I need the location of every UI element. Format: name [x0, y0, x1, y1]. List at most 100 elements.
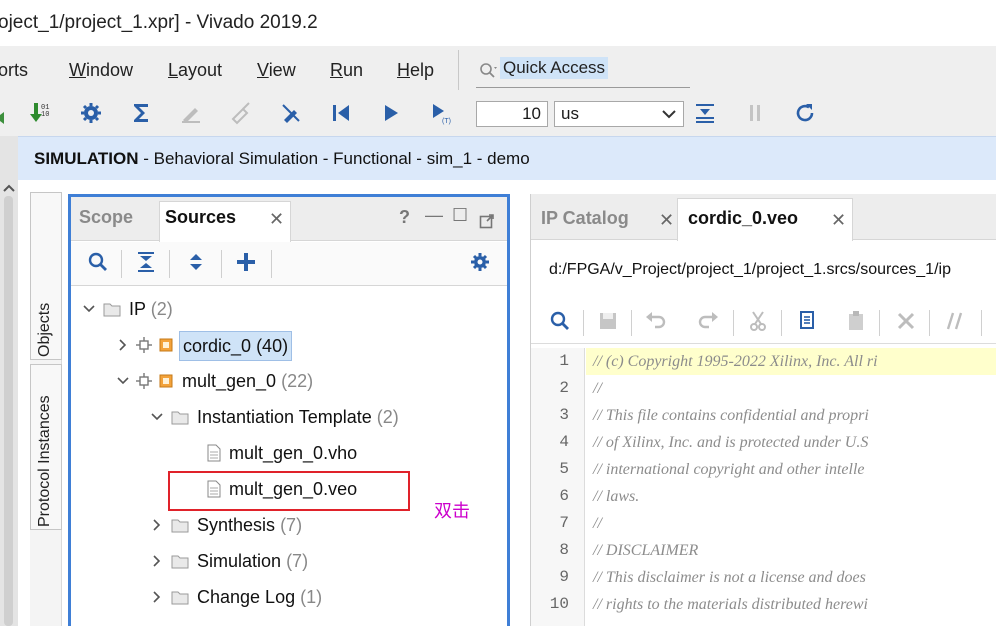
- tree-node-cordic[interactable]: cordic_0 (40): [71, 329, 507, 361]
- tree-node-mult-gen[interactable]: mult_gen_0 (22): [71, 365, 507, 397]
- sigma-icon[interactable]: [128, 100, 154, 126]
- tab-protocol-label: Protocol Instances: [36, 395, 53, 527]
- sources-tab-bar: Scope Sources ✕ ? — ☐: [71, 197, 507, 242]
- panel-gap: [512, 180, 530, 626]
- chevron-right-icon[interactable]: [117, 339, 129, 351]
- close-icon[interactable]: ✕: [269, 209, 284, 230]
- folder-icon: [171, 591, 189, 605]
- undo-icon: [643, 308, 669, 334]
- tab-protocol-instances[interactable]: Protocol Instances: [30, 364, 62, 530]
- tab-objects-label: Objects: [36, 302, 53, 357]
- maximize-icon[interactable]: ☐: [452, 205, 468, 226]
- probe-disabled-icon: [228, 100, 254, 126]
- left-scrollbar[interactable]: [4, 196, 13, 626]
- close-icon[interactable]: ✕: [659, 210, 674, 231]
- chevron-down-icon[interactable]: [117, 375, 129, 387]
- simulation-banner: SIMULATION - Behavioral Simulation - Fun…: [18, 136, 996, 180]
- close-icon[interactable]: ✕: [831, 210, 846, 231]
- chevron-down-icon: [662, 110, 676, 119]
- tree-node-change-log[interactable]: Change Log (1): [71, 581, 507, 613]
- tab-cordic-veo[interactable]: cordic_0.veo: [688, 208, 798, 229]
- toolbar-separator: [121, 250, 122, 278]
- vertical-tab-strip: Objects Protocol Instances: [30, 192, 62, 626]
- tree-label-text: Change Log: [197, 587, 296, 607]
- tab-objects[interactable]: Objects: [30, 192, 62, 360]
- chevron-right-icon[interactable]: [151, 555, 163, 567]
- toolbar-separator: [271, 250, 272, 278]
- code-line: 10 // rights to the materials distributed…: [531, 591, 996, 618]
- line-text: // This file contains confidential and p…: [593, 407, 869, 424]
- menu-help[interactable]: Help: [397, 60, 434, 81]
- menu-reports[interactable]: orts: [0, 60, 28, 81]
- add-sources-icon[interactable]: [233, 249, 259, 275]
- menu-layout[interactable]: Layout: [168, 60, 222, 81]
- tree-node-vho-file[interactable]: mult_gen_0.vho: [71, 437, 507, 469]
- run-time-unit-select[interactable]: us: [554, 101, 684, 127]
- search-icon[interactable]: [547, 308, 573, 334]
- menu-help-rest: elp: [410, 60, 435, 80]
- tab-scope[interactable]: Scope: [79, 207, 133, 228]
- window-title: oject_1/project_1.xpr] - Vivado 2019.2: [0, 12, 318, 33]
- toolbar-separator: [929, 310, 930, 336]
- run-all-icon[interactable]: [378, 100, 404, 126]
- partial-icon[interactable]: [0, 100, 18, 126]
- chevron-right-icon[interactable]: [151, 591, 163, 603]
- menu-window[interactable]: Window: [69, 60, 133, 81]
- chevron-right-icon[interactable]: [151, 519, 163, 531]
- annotation-double-click: 双击: [434, 501, 470, 522]
- sources-toolbar: [71, 242, 507, 286]
- chevron-up-icon[interactable]: [2, 182, 16, 194]
- copy-icon[interactable]: [795, 308, 821, 334]
- tree-node-ip[interactable]: IP (2): [71, 293, 507, 325]
- tree-label-text: Synthesis: [197, 515, 276, 535]
- save-icon: [595, 308, 621, 334]
- folder-icon: [171, 555, 189, 569]
- code-line: 3 // This file contains confidential and …: [531, 402, 996, 429]
- menu-view[interactable]: View: [257, 60, 296, 81]
- restart-icon[interactable]: [328, 100, 354, 126]
- help-icon[interactable]: ?: [399, 207, 410, 228]
- code-line: 6 // laws.: [531, 483, 996, 510]
- search-icon[interactable]: [85, 249, 111, 275]
- chevron-down-icon[interactable]: [151, 411, 163, 423]
- menu-run-rest: un: [343, 60, 364, 80]
- chevron-down-icon[interactable]: [83, 303, 95, 315]
- minimize-icon[interactable]: —: [425, 205, 443, 226]
- tree-node-simulation[interactable]: Simulation (7): [71, 545, 507, 577]
- expand-all-icon[interactable]: [183, 249, 209, 275]
- run-for-icon[interactable]: (T): [428, 100, 454, 126]
- toolbar-separator: [879, 310, 880, 336]
- float-icon[interactable]: [479, 213, 495, 229]
- editor-toolbar: [531, 300, 996, 344]
- tree-count: (7): [280, 515, 303, 535]
- tree-node-instantiation-template[interactable]: Instantiation Template (2): [71, 401, 507, 433]
- menu-run[interactable]: Run: [330, 60, 363, 81]
- line-number: 2: [559, 379, 569, 397]
- delete-icon: [893, 308, 919, 334]
- tree-label-text: mult_gen_0.vho: [229, 443, 358, 463]
- line-text: // rights to the materials distributed h…: [593, 596, 868, 613]
- code-view[interactable]: 1 // (c) Copyright 1995-2022 Xilinx, Inc.…: [531, 348, 996, 626]
- settings-icon[interactable]: [467, 249, 493, 275]
- ip-core-icon: [136, 337, 152, 353]
- tree-label: mult_gen_0 (22): [182, 365, 313, 397]
- collapse-all-icon[interactable]: [133, 249, 159, 275]
- code-line: 4 // of Xilinx, Inc. and is protected und…: [531, 429, 996, 456]
- tree-label: Simulation (7): [197, 545, 308, 577]
- folder-icon: [171, 519, 189, 533]
- relaunch-icon[interactable]: [792, 100, 818, 126]
- tab-ip-catalog[interactable]: IP Catalog: [541, 208, 629, 229]
- run-time-input[interactable]: 10: [476, 101, 548, 127]
- line-number: 8: [559, 541, 569, 559]
- debug-probe-icon[interactable]: [278, 100, 304, 126]
- tab-sources[interactable]: Sources: [165, 207, 236, 228]
- redo-icon: [695, 308, 721, 334]
- toolbar-separator: [733, 310, 734, 336]
- step-icon[interactable]: [692, 100, 718, 126]
- download-bits-icon[interactable]: 01 10: [28, 100, 54, 126]
- quick-access-field[interactable]: Quick Access: [476, 54, 690, 88]
- code-line: 8 // DISCLAIMER: [531, 537, 996, 564]
- ip-status-icon: [159, 338, 173, 352]
- settings-icon[interactable]: [78, 100, 104, 126]
- code-line: 7 //: [531, 510, 996, 537]
